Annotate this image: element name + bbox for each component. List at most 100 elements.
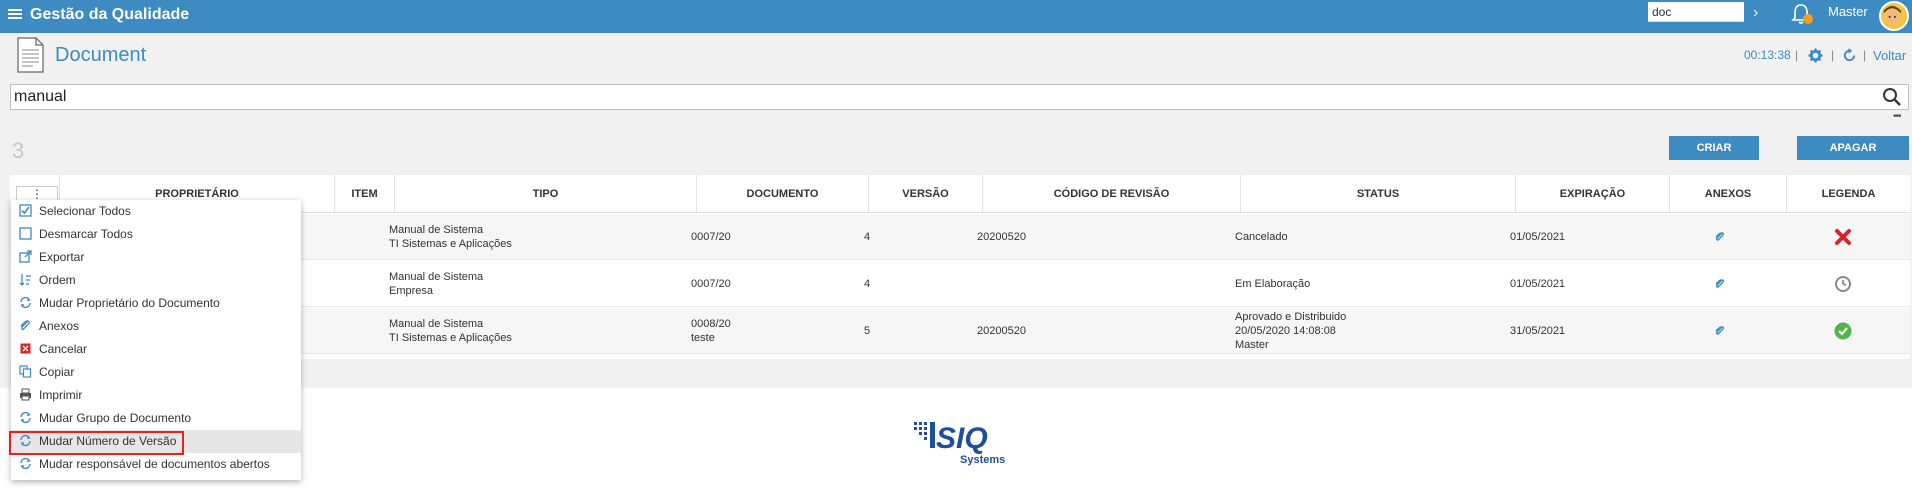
search-input[interactable] bbox=[10, 84, 1909, 110]
cell-version: 4 bbox=[864, 278, 871, 290]
more-options-icon[interactable]: ••• bbox=[1893, 111, 1901, 122]
column-header-expiration[interactable]: EXPIRAÇÃO bbox=[1516, 175, 1670, 213]
menu-item-label: Selecionar Todos bbox=[39, 204, 131, 218]
separator: | bbox=[1863, 48, 1867, 62]
printer-icon bbox=[20, 388, 31, 401]
siq-logo-graphic: SIQ Systems bbox=[914, 422, 1005, 466]
cell-document: 0007/20 bbox=[691, 231, 731, 243]
paperclip-icon[interactable] bbox=[1713, 230, 1727, 244]
copy-icon bbox=[19, 365, 32, 378]
column-header-document[interactable]: DOCUMENTO bbox=[697, 175, 869, 213]
menu-item-label: Mudar Proprietário do Documento bbox=[39, 296, 220, 310]
checkbox-empty-icon bbox=[19, 227, 32, 240]
menu-item-label: Anexos bbox=[39, 319, 80, 333]
checkbox-checked-icon bbox=[19, 204, 32, 217]
cell-type-subtext: TI Sistemas e Aplicações bbox=[389, 238, 512, 250]
document-icon bbox=[17, 37, 44, 73]
menu-item-change-owner[interactable]: Mudar Proprietário do Documento bbox=[11, 292, 301, 315]
check-icon bbox=[1834, 322, 1852, 340]
session-timer: 00:13:38 bbox=[1744, 48, 1791, 62]
cell-status: Cancelado bbox=[1235, 231, 1288, 243]
cell-type-subtext: TI Sistemas e Aplicações bbox=[389, 332, 512, 344]
header-toolbar: 00:13:38 | | | Voltar bbox=[1740, 48, 1910, 64]
notification-badge bbox=[1803, 14, 1813, 24]
top-bar: Gestão da Qualidade › Master bbox=[0, 0, 1912, 33]
menu-item-select-all[interactable]: Selecionar Todos bbox=[11, 200, 301, 223]
logo-subtext: Systems bbox=[960, 454, 1005, 466]
menu-item-cancel[interactable]: Cancelar bbox=[11, 338, 301, 361]
refresh-icon[interactable] bbox=[1842, 48, 1857, 63]
user-name[interactable]: Master bbox=[1828, 4, 1868, 19]
siq-logo: SIQ Systems bbox=[912, 418, 1012, 470]
gear-icon[interactable] bbox=[1808, 48, 1823, 63]
highlight-annotation bbox=[9, 431, 184, 455]
menu-item-order[interactable]: Ordem bbox=[11, 269, 301, 292]
cell-version: 4 bbox=[864, 231, 871, 243]
cell-type: Manual de Sistema bbox=[389, 318, 484, 330]
delete-button[interactable]: APAGAR bbox=[1797, 136, 1909, 160]
cell-status-user: Master bbox=[1235, 339, 1269, 351]
column-header-status[interactable]: STATUS bbox=[1241, 175, 1516, 213]
menu-item-label: Copiar bbox=[39, 365, 75, 379]
menu-item-label: Ordem bbox=[39, 273, 76, 287]
logo-text: SIQ bbox=[936, 422, 988, 455]
column-header-legend[interactable]: LEGENDA bbox=[1787, 175, 1910, 213]
create-button[interactable]: CRIAR bbox=[1669, 136, 1759, 160]
menu-item-copy[interactable]: Copiar bbox=[11, 361, 301, 384]
clock-icon bbox=[1835, 276, 1851, 292]
cell-status: Em Elaboração bbox=[1235, 278, 1311, 290]
cell-status: Aprovado e Distribuido bbox=[1235, 311, 1347, 323]
cell-status-date: 20/05/2020 14:08:08 bbox=[1235, 325, 1336, 337]
paperclip-icon bbox=[20, 320, 30, 331]
menu-item-label: Desmarcar Todos bbox=[39, 227, 133, 241]
result-count: 3 bbox=[12, 138, 25, 163]
menu-item-print[interactable]: Imprimir bbox=[11, 384, 301, 407]
menu-item-label: Exportar bbox=[39, 250, 85, 264]
back-link[interactable]: Voltar bbox=[1873, 48, 1906, 63]
menu-item-change-group[interactable]: Mudar Grupo de Documento bbox=[11, 407, 301, 430]
column-header-attachments[interactable]: ANEXOS bbox=[1670, 175, 1787, 213]
chevron-right-icon[interactable]: › bbox=[1753, 4, 1758, 22]
column-header-revision-code[interactable]: CÓDIGO DE REVISÃO bbox=[983, 175, 1241, 213]
hamburger-menu-icon[interactable] bbox=[8, 7, 22, 21]
menu-item-attachments[interactable]: Anexos bbox=[11, 315, 301, 338]
menu-item-change-responsible[interactable]: Mudar responsável de documentos abertos bbox=[11, 453, 301, 476]
menu-item-label: Cancelar bbox=[39, 342, 88, 356]
cell-expiration: 31/05/2021 bbox=[1510, 325, 1566, 337]
cell-revision-code: 20200520 bbox=[977, 231, 1026, 243]
paperclip-icon[interactable] bbox=[1713, 277, 1727, 291]
menu-item-label: Mudar Grupo de Documento bbox=[39, 411, 192, 425]
cell-type: Manual de Sistema bbox=[389, 224, 484, 236]
search-icon[interactable] bbox=[1882, 87, 1902, 107]
cell-document: 0007/20 bbox=[691, 278, 731, 290]
cancelled-icon bbox=[1835, 229, 1851, 245]
menu-item-label: Mudar responsável de documentos abertos bbox=[39, 457, 270, 471]
column-header-version[interactable]: VERSÃO bbox=[869, 175, 983, 213]
column-header-type[interactable]: TIPO bbox=[395, 175, 697, 213]
menu-item-export[interactable]: Exportar bbox=[11, 246, 301, 269]
cell-type-subtext: Empresa bbox=[389, 285, 434, 297]
page-title: Document bbox=[55, 44, 147, 66]
cell-type: Manual de Sistema bbox=[389, 271, 484, 283]
paperclip-icon[interactable] bbox=[1713, 324, 1727, 338]
cancel-icon bbox=[20, 343, 31, 354]
refresh-icon bbox=[20, 457, 31, 470]
top-search-input[interactable] bbox=[1648, 2, 1744, 22]
menu-item-label: Imprimir bbox=[39, 388, 83, 402]
app-title: Gestão da Qualidade bbox=[30, 6, 190, 23]
sort-icon bbox=[19, 274, 31, 286]
cell-expiration: 01/05/2021 bbox=[1510, 278, 1566, 290]
cell-expiration: 01/05/2021 bbox=[1510, 231, 1566, 243]
cell-document: 0008/20 bbox=[691, 318, 731, 330]
cell-version: 5 bbox=[864, 325, 871, 337]
separator: | bbox=[1831, 48, 1835, 62]
menu-item-deselect-all[interactable]: Desmarcar Todos bbox=[11, 223, 301, 246]
cell-document-subtext: teste bbox=[691, 332, 715, 344]
separator: | bbox=[1795, 48, 1799, 62]
avatar[interactable] bbox=[1879, 1, 1909, 31]
cell-revision-code: 20200520 bbox=[977, 325, 1026, 337]
export-icon bbox=[19, 250, 32, 263]
column-header-item[interactable]: ITEM bbox=[335, 175, 395, 213]
refresh-icon bbox=[20, 296, 31, 309]
refresh-icon bbox=[20, 411, 31, 424]
